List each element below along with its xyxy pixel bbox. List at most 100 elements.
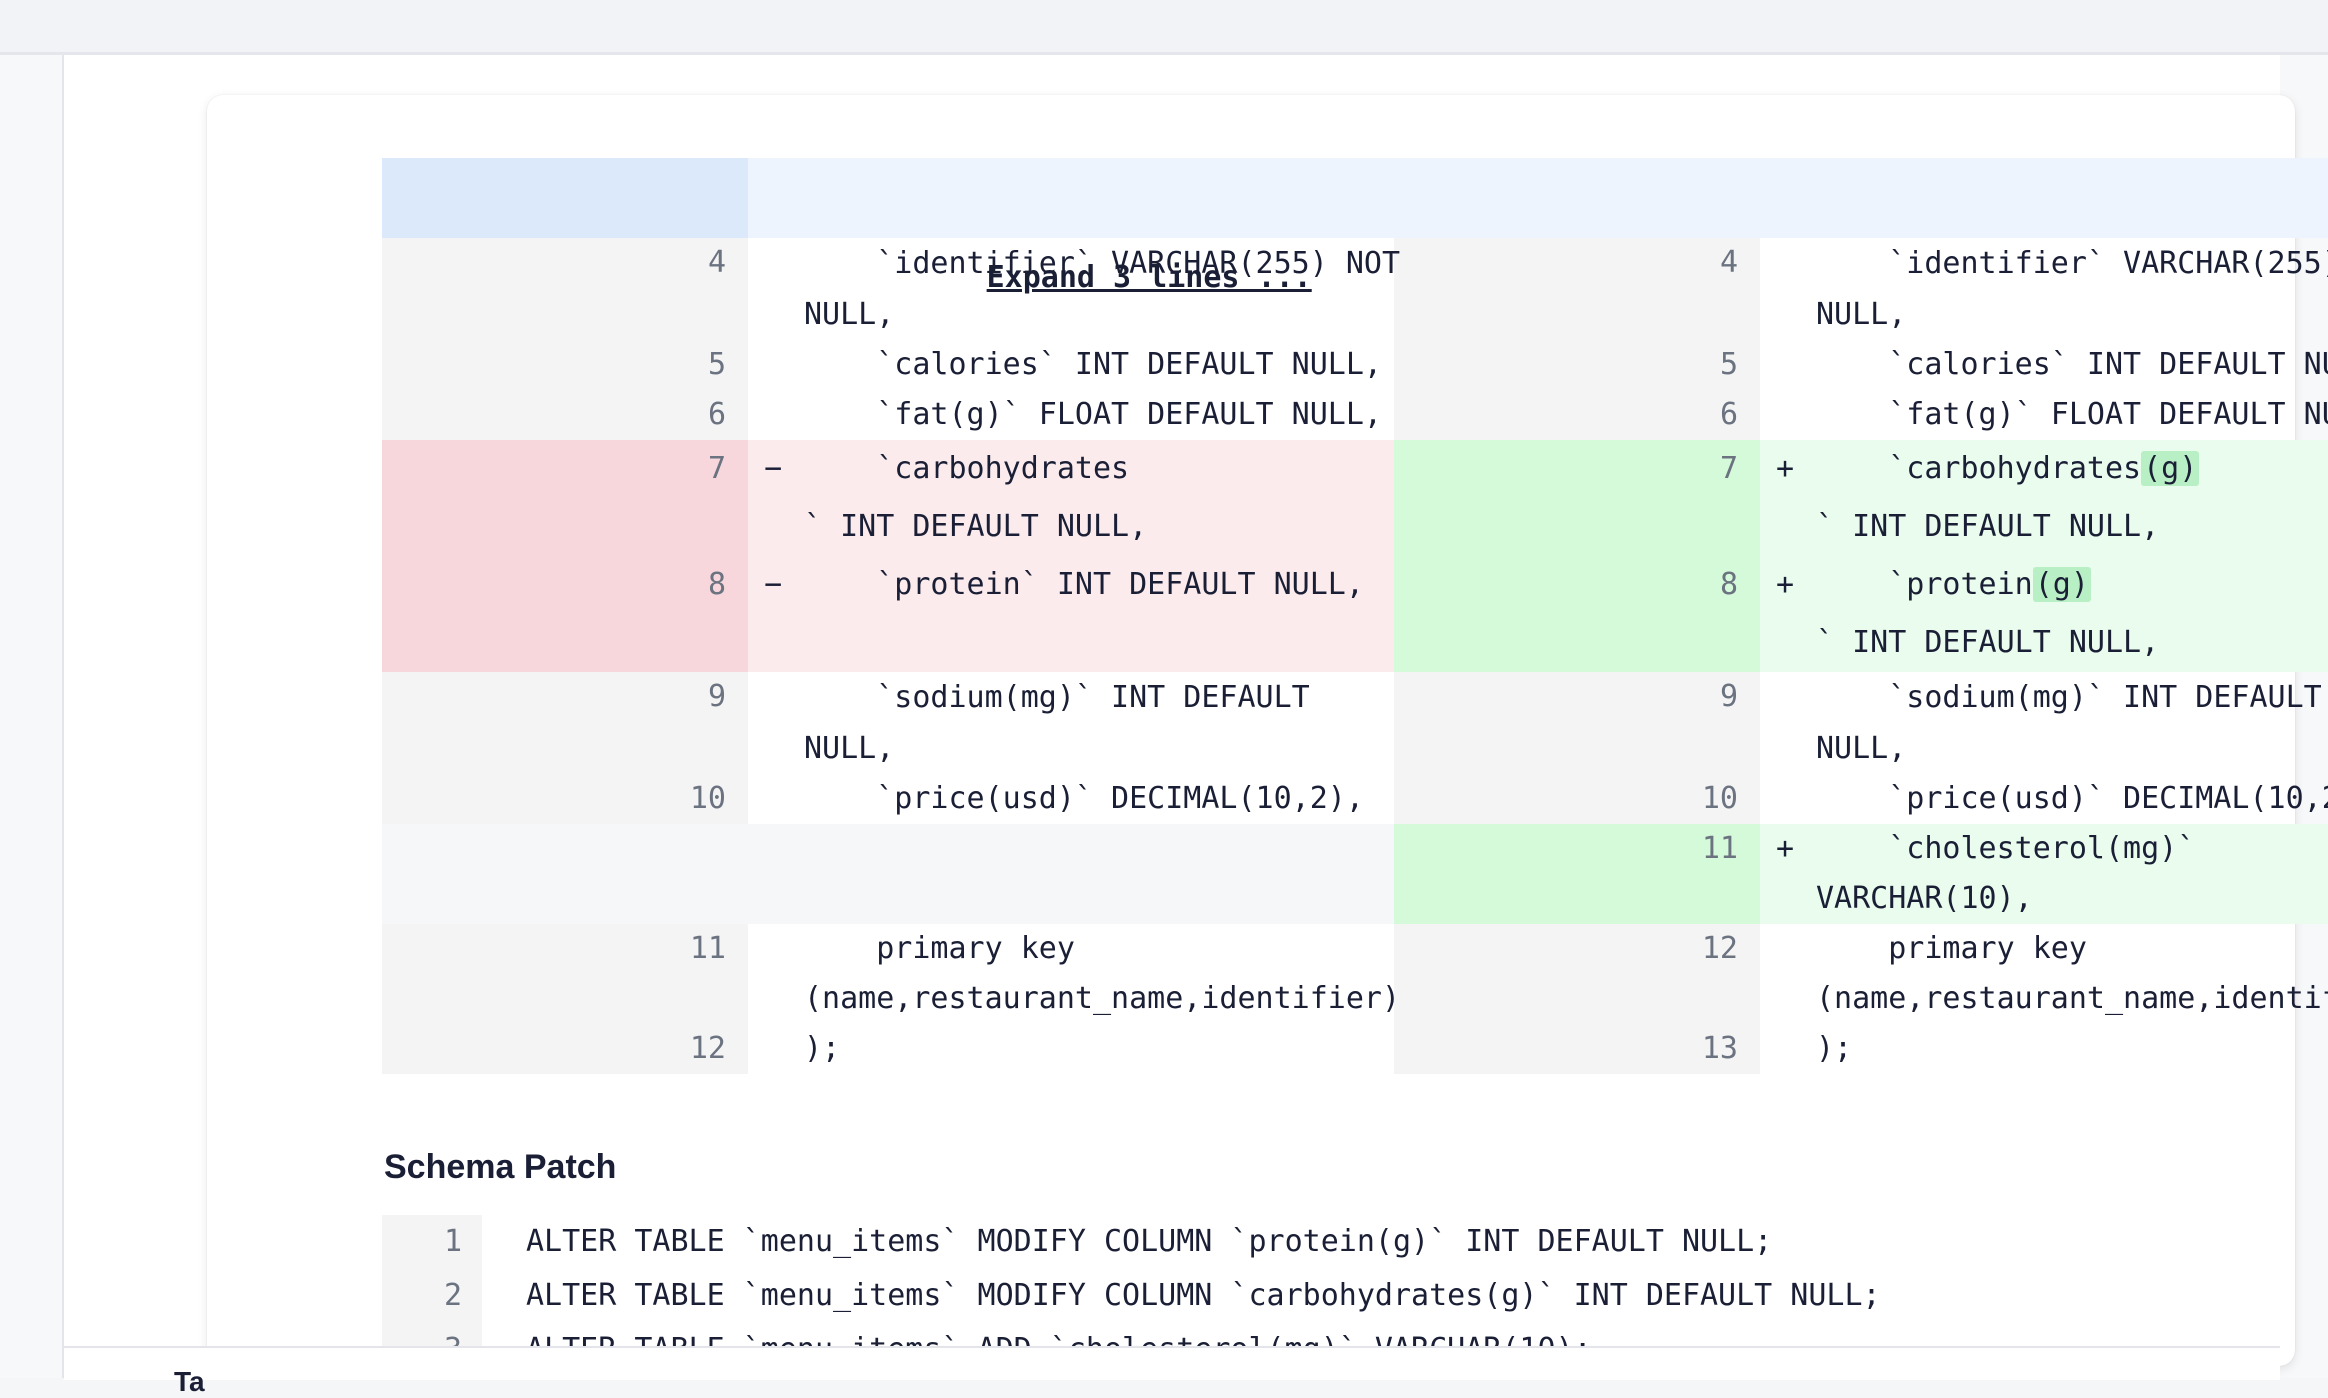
next-section-heading: Ta (174, 1366, 205, 1397)
next-section: Ta (64, 1346, 2280, 1397)
patch-line-number: 1 (382, 1215, 482, 1269)
code-line: `identifier` VARCHAR(255) NOT (804, 246, 1401, 281)
line-number: 5 (1719, 347, 1738, 382)
code-line: NULL, (804, 297, 895, 332)
removed-line: `protein` INT DEFAULT NULL, (804, 567, 1364, 602)
line-number: 10 (1701, 781, 1738, 816)
line-number: 5 (707, 347, 726, 382)
added-line: ` INT DEFAULT NULL, (1816, 625, 2160, 660)
line-number: 9 (707, 679, 726, 714)
diff-row: 4 `identifier` VARCHAR(255) NOT NULL, 4 `i… (382, 238, 2328, 340)
line-number: 12 (1701, 931, 1738, 966)
line-number: 4 (707, 245, 726, 280)
diff-row: 7 − `carbohydrates ` INT DEFAULT NULL, 7 + `… (382, 440, 2328, 556)
line-number: 6 (707, 397, 726, 432)
code-line: `fat(g)` FLOAT DEFAULT NULL, (1888, 397, 2328, 432)
code-line: NULL, (804, 731, 895, 766)
diff-row: 8− `protein` INT DEFAULT NULL, 8 + `protei… (382, 556, 2328, 672)
diff-row: 11 12 primary key (name,restaurant_name,id… (382, 924, 2328, 1074)
right-line-number: 11 (1394, 824, 1760, 924)
code-line: `price(usd)` DECIMAL(10,2), (1816, 781, 2328, 816)
left-line-number: 11 12 (382, 924, 748, 1074)
code-line: primary key (804, 931, 1075, 966)
removed-line-filler (804, 614, 1394, 672)
diff-row: 6 `fat(g)` FLOAT DEFAULT NULL, 6 `fat(g)`… (382, 390, 2328, 440)
code-line: ); (804, 1031, 841, 1066)
code-line: `sodium(mg)` INT DEFAULT (1816, 680, 2322, 715)
patch-code-text: ALTER TABLE `menu_items` MODIFY COLUMN `… (526, 1224, 1773, 1259)
left-code: `fat(g)` FLOAT DEFAULT NULL, (748, 390, 1394, 440)
diff-row: 11 + `cholesterol(mg)` VARCHAR(10), (382, 824, 2328, 924)
right-code: + `protein(g) ` INT DEFAULT NULL, (1760, 556, 2328, 672)
right-line-number: 12 13 (1394, 924, 1760, 1074)
line-number-gap (382, 974, 726, 1024)
added-marker: + (1776, 451, 1795, 486)
diff-row: 5 `calories` INT DEFAULT NULL, 5 `calorie… (382, 340, 2328, 390)
left-code: `price(usd)` DECIMAL(10,2), (748, 774, 1394, 824)
added-highlight: (g) (2032, 567, 2091, 602)
schema-patch-title: Schema Patch (384, 1148, 617, 1186)
removed-line: `carbohydrates (804, 451, 1130, 486)
right-line-number: 5 (1394, 340, 1760, 390)
added-text: `carbohydrates (1816, 451, 2142, 486)
right-code: + `carbohydrates(g) ` INT DEFAULT NULL, (1760, 440, 2328, 556)
line-number: 10 (689, 781, 726, 816)
added-marker: + (1776, 567, 1795, 602)
left-gutter (0, 55, 64, 1378)
right-line-number: 8 (1394, 556, 1760, 672)
right-line-number: 6 (1394, 390, 1760, 440)
line-number: 7 (1719, 451, 1738, 486)
right-line-number: 9 (1394, 672, 1760, 774)
code-line: `identifier` VARCHAR(255) NOT (1888, 246, 2328, 281)
left-code (748, 824, 1394, 924)
removed-line: ` INT DEFAULT NULL, (804, 509, 1148, 544)
added-highlight: (g) (2141, 451, 2200, 486)
line-number: 7 (707, 451, 726, 486)
added-line: `cholesterol(mg)` (1816, 831, 2196, 866)
line-number: 13 (1701, 1031, 1738, 1066)
side-by-side-diff: Expand 3 lines ... 4 `identifier` VARCHA… (382, 158, 2328, 1074)
diff-card: Expand 3 lines ... 4 `identifier` VARCHA… (207, 95, 2328, 1377)
right-line-number: 7 (1394, 440, 1760, 556)
right-code: primary key (name,restaurant_name,identif… (1760, 924, 2328, 1074)
right-code: `price(usd)` DECIMAL(10,2), (1760, 774, 2328, 824)
expand-gutter (382, 158, 748, 238)
line-number-gap (1394, 974, 1738, 1024)
left-line-number (382, 824, 748, 924)
added-line: ` INT DEFAULT NULL, (1816, 509, 2160, 544)
right-line-number: 10 (1394, 774, 1760, 824)
expand-cell: Expand 3 lines ... (748, 158, 2328, 295)
code-line: `calories` INT DEFAULT NULL, (804, 347, 1382, 382)
added-marker: + (1776, 831, 1795, 866)
top-bar (0, 0, 2328, 55)
diff-row: 9 `sodium(mg)` INT DEFAULT NULL, 9 `sodium… (382, 672, 2328, 774)
left-line-number: 9 (382, 672, 748, 774)
main-panel: Expand 3 lines ... 4 `identifier` VARCHA… (64, 55, 2328, 1377)
left-line-number: 7 (382, 440, 748, 556)
left-line-number: 8 (382, 556, 748, 672)
added-line: `protein(g) (1816, 556, 2328, 614)
line-number: 12 (689, 1031, 726, 1066)
code-line: primary key (1816, 931, 2087, 966)
right-line-number: 4 (1394, 238, 1760, 340)
code-line: (name,restaurant_name,identifier) (804, 981, 1401, 1016)
line-number: 11 (689, 931, 726, 966)
left-line-number: 5 (382, 340, 748, 390)
code-line: ); (1816, 1031, 1853, 1066)
left-code: − `carbohydrates ` INT DEFAULT NULL, (748, 440, 1394, 556)
right-code: + `cholesterol(mg)` VARCHAR(10), (1760, 824, 2328, 924)
code-line: `calories` INT DEFAULT NULL, (1888, 347, 2328, 382)
patch-line-number: 2 (382, 1269, 482, 1323)
code-line: `price(usd)` DECIMAL(10,2), (804, 781, 1364, 816)
left-code: `sodium(mg)` INT DEFAULT NULL, (748, 672, 1394, 774)
expand-row[interactable]: Expand 3 lines ... (382, 158, 2328, 295)
left-line-number: 6 (382, 390, 748, 440)
added-text: `protein (1816, 567, 2033, 602)
patch-code-text: ALTER TABLE `menu_items` MODIFY COLUMN `… (526, 1278, 1881, 1313)
diff-row: 10 `price(usd)` DECIMAL(10,2), 10 `price(… (382, 774, 2328, 824)
removed-marker: − (764, 451, 783, 486)
left-code: `calories` INT DEFAULT NULL, (748, 340, 1394, 390)
right-code: `identifier` VARCHAR(255) NOT NULL, (1760, 238, 2328, 340)
patch-line: 2 ALTER TABLE `menu_items` MODIFY COLUMN … (382, 1269, 2282, 1323)
right-code: `sodium(mg)` INT DEFAULT NULL, (1760, 672, 2328, 774)
